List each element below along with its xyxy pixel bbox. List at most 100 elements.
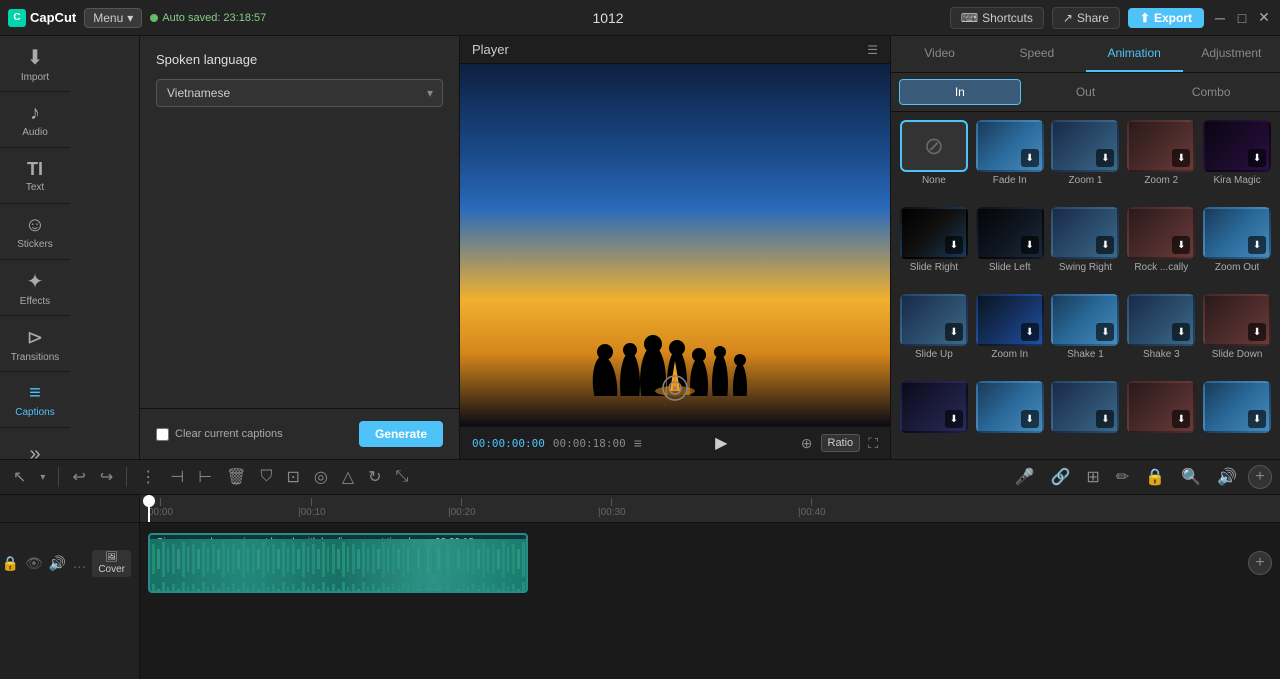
effect-shake-3[interactable]: ⬇ Shake 3 <box>1126 294 1196 375</box>
transform-button[interactable]: △ <box>337 464 359 490</box>
effect-more-3[interactable]: ⬇ <box>1051 381 1121 451</box>
track-more-icon[interactable]: … <box>72 555 86 571</box>
topbar: C CapCut Menu ▾ Auto saved: 23:18:57 101… <box>0 0 1280 36</box>
protect-button[interactable]: ⛉ <box>255 465 277 489</box>
rotate-button[interactable]: ↻ <box>363 464 386 490</box>
crop-button[interactable]: ⊡ <box>281 464 304 490</box>
tab-speed[interactable]: Speed <box>988 36 1085 72</box>
language-select-wrapper: Vietnamese English Chinese Japanese Kore… <box>156 79 443 107</box>
effect-zoom-in[interactable]: ⬇ Zoom In <box>975 294 1045 375</box>
split-button[interactable]: ⋮ <box>135 464 161 490</box>
effect-shake-1[interactable]: ⬇ Shake 1 <box>1051 294 1121 375</box>
toolbar-audio[interactable]: ♪ Audio <box>0 92 70 148</box>
track-audio-icon[interactable]: 🔊 <box>49 555 66 572</box>
effect-more-5[interactable]: ⬇ <box>1202 381 1272 451</box>
share-icon: ↗ <box>1063 11 1073 25</box>
grid-button[interactable]: ⊞ <box>1081 464 1104 490</box>
effect-none[interactable]: ⊘ None <box>899 120 969 201</box>
clear-checkbox[interactable] <box>156 428 169 441</box>
undo-button[interactable]: ↩ <box>67 464 90 490</box>
add-track-right[interactable]: + <box>1248 465 1272 489</box>
effect-slide-down[interactable]: ⬇ Slide Down <box>1202 294 1272 375</box>
menu-button[interactable]: Menu ▾ <box>84 8 142 28</box>
maximize-button[interactable]: □ <box>1234 10 1250 26</box>
effect-swing-right[interactable]: ⬇ Swing Right <box>1051 207 1121 288</box>
delete-button[interactable]: 🗑 <box>221 464 251 490</box>
effect-thumb-shake-3: ⬇ <box>1127 294 1195 346</box>
player-header: Player ☰ <box>460 36 890 64</box>
effect-more-1[interactable]: ⬇ <box>899 381 969 451</box>
link-audio-button[interactable]: 🔗 <box>1046 464 1076 490</box>
window-controls: ─ □ ✕ <box>1212 10 1272 26</box>
track-eye-icon[interactable]: 👁 <box>25 555 43 572</box>
minimize-button[interactable]: ─ <box>1212 10 1228 26</box>
tab-animation[interactable]: Animation <box>1086 36 1183 72</box>
player-menu-icon[interactable]: ☰ <box>867 43 878 57</box>
effect-slide-left[interactable]: ⬇ Slide Left <box>975 207 1045 288</box>
export-icon: ⬆ <box>1140 11 1150 25</box>
effect-slide-up[interactable]: ⬇ Slide Up <box>899 294 969 375</box>
shortcuts-icon: ⌨ <box>961 11 978 25</box>
generate-button[interactable]: Generate <box>359 421 443 447</box>
split-right[interactable]: ⊢ <box>193 464 217 490</box>
no-icon: ⊘ <box>924 132 944 161</box>
effect-zoom-1[interactable]: ⬇ Zoom 1 <box>1051 120 1121 201</box>
anim-tab-out[interactable]: Out <box>1025 79 1147 105</box>
split-left[interactable]: ⊣ <box>165 464 189 490</box>
tab-video[interactable]: Video <box>891 36 988 72</box>
zoom-in-tl[interactable]: 🔍 <box>1176 464 1206 490</box>
select-dropdown[interactable]: ▾ <box>35 469 50 486</box>
toolbar-more[interactable]: » <box>0 428 70 459</box>
effect-label-shake-1: Shake 1 <box>1067 349 1104 360</box>
effect-rock-cally[interactable]: ⬇ Rock ...cally <box>1126 207 1196 288</box>
effect-label-zoom-out: Zoom Out <box>1215 262 1259 273</box>
play-button[interactable]: ▶ <box>715 433 727 453</box>
toolbar-text[interactable]: TI Text <box>0 148 70 204</box>
transitions-label: Transitions <box>11 352 60 363</box>
toolbar-import[interactable]: ⬇ Import <box>0 36 70 92</box>
effect-thumb-zoom-out: ⬇ <box>1203 207 1271 259</box>
mic-button[interactable]: 🎤 <box>1010 464 1040 490</box>
toolbar-separator-1 <box>58 467 59 487</box>
effect-more-2[interactable]: ⬇ <box>975 381 1045 451</box>
volume-button[interactable]: 🔊 <box>1212 464 1242 490</box>
effect-slide-right[interactable]: ⬇ Slide Right <box>899 207 969 288</box>
resize-button[interactable]: ⤡ <box>391 465 414 489</box>
close-button[interactable]: ✕ <box>1256 10 1272 26</box>
select-tool[interactable]: ↖ <box>8 464 31 490</box>
anim-tab-combo[interactable]: Combo <box>1150 79 1272 105</box>
toolbar-captions[interactable]: ≡ Captions <box>0 372 70 428</box>
list-view-button[interactable]: ≡ <box>634 435 642 451</box>
clip-waveform <box>150 539 526 593</box>
effect-thumb-slide-down: ⬇ <box>1203 294 1271 346</box>
language-select[interactable]: Vietnamese English Chinese Japanese Kore… <box>156 79 443 107</box>
cover-button[interactable]: 🖼 Cover <box>92 550 131 577</box>
shortcuts-button[interactable]: ⌨ Shortcuts <box>950 7 1044 29</box>
ratio-button[interactable]: Ratio <box>821 434 861 452</box>
effect-more-4[interactable]: ⬇ <box>1126 381 1196 451</box>
fullscreen-button[interactable]: ⛶ <box>868 435 878 452</box>
circle-button[interactable]: ◎ <box>309 464 333 490</box>
effect-zoom-2[interactable]: ⬇ Zoom 2 <box>1126 120 1196 201</box>
effect-kira-magic[interactable]: ⬇ Kira Magic <box>1202 120 1272 201</box>
screenshot-button[interactable]: ⊕ <box>801 435 813 452</box>
playhead[interactable] <box>148 495 150 522</box>
redo-button[interactable]: ↪ <box>95 464 118 490</box>
ruler-line <box>461 498 462 506</box>
tab-adjustment[interactable]: Adjustment <box>1183 36 1280 72</box>
toolbar-effects[interactable]: ✦ Effects <box>0 260 70 316</box>
anim-tab-in[interactable]: In <box>899 79 1021 105</box>
add-track-button[interactable]: + <box>1248 551 1272 575</box>
cover-icon: 🖼 <box>105 552 118 563</box>
lock-button[interactable]: 🔒 <box>1140 464 1170 490</box>
effect-zoom-out[interactable]: ⬇ Zoom Out <box>1202 207 1272 288</box>
effect-fade-in[interactable]: ⬇ Fade In <box>975 120 1045 201</box>
video-clip[interactable]: Cinemagraph camping at beach with bonfir… <box>148 533 528 593</box>
toolbar-transitions[interactable]: ⊳ Transitions <box>0 316 70 372</box>
share-button[interactable]: ↗ Share <box>1052 7 1120 29</box>
track-lock-icon[interactable]: 🔒 <box>2 555 19 572</box>
download-icon: ⬇ <box>1172 149 1190 167</box>
export-button[interactable]: ⬆ Export <box>1128 8 1204 28</box>
edit-button[interactable]: ✏ <box>1111 464 1134 490</box>
toolbar-stickers[interactable]: ☺ Stickers <box>0 204 70 260</box>
